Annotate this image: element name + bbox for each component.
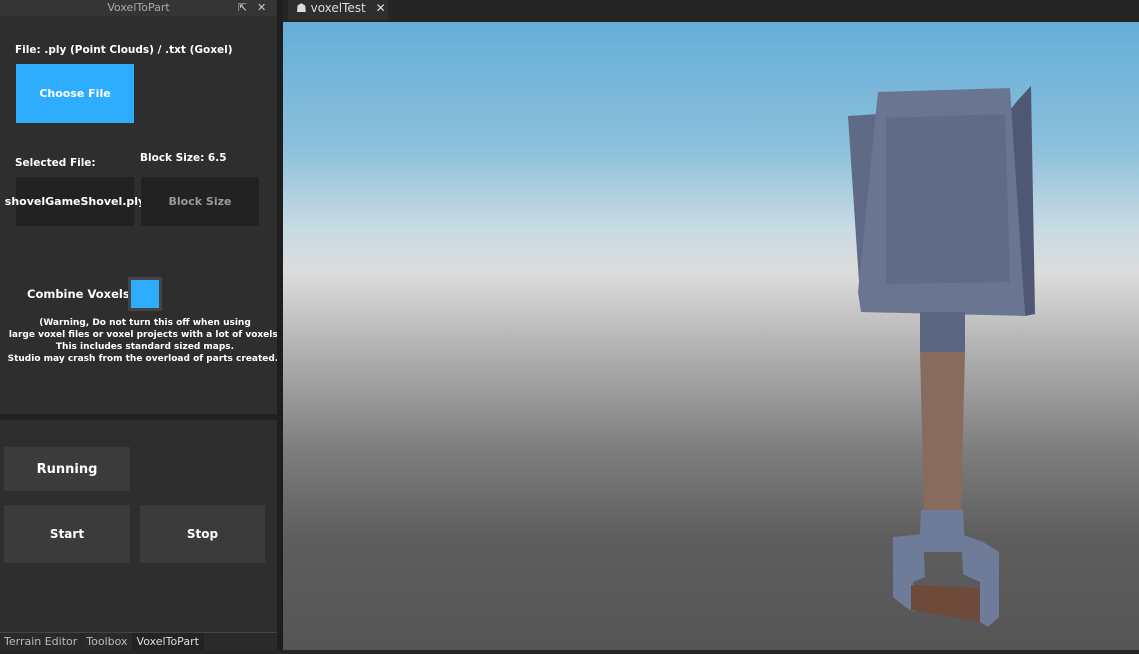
tab-terrain-editor[interactable]: Terrain Editor bbox=[0, 633, 83, 650]
block-size-label: Block Size: 6.5 bbox=[140, 152, 227, 164]
tab-toolbox[interactable]: Toolbox bbox=[82, 633, 133, 650]
choose-file-button[interactable]: Choose File bbox=[16, 64, 134, 123]
combine-voxels-label: Combine Voxels: bbox=[27, 287, 135, 301]
tab-voxeltest[interactable]: ☗ voxelTest ✕ bbox=[288, 0, 388, 20]
warning-text: (Warning, Do not turn this off when usin… bbox=[0, 317, 290, 365]
stop-button[interactable]: Stop bbox=[140, 505, 265, 563]
close-icon[interactable]: ✕ bbox=[257, 0, 266, 16]
block-size-input[interactable]: Block Size bbox=[141, 177, 259, 226]
tab-label: voxelTest bbox=[310, 1, 366, 15]
script-icon: ☗ bbox=[296, 1, 307, 15]
warning-line: Studio may crash from the overload of pa… bbox=[7, 354, 283, 364]
tab-voxeltopart[interactable]: VoxelToPart bbox=[132, 633, 204, 650]
3d-viewport[interactable] bbox=[283, 22, 1139, 650]
file-label: File: .ply (Point Clouds) / .txt (Goxel) bbox=[15, 44, 233, 56]
undock-icon[interactable]: ⇱ bbox=[238, 0, 247, 16]
bottom-tab-bar: Terrain Editor Toolbox VoxelToPart bbox=[0, 632, 277, 650]
panel-title-bar: VoxelToPart ⇱ ✕ bbox=[0, 0, 277, 16]
panel-title: VoxelToPart bbox=[107, 1, 170, 14]
warning-line: This includes standard sized maps. bbox=[55, 342, 235, 352]
voxeltopart-panel: VoxelToPart ⇱ ✕ File: .ply (Point Clouds… bbox=[0, 0, 282, 650]
selected-file-label: Selected File: bbox=[15, 157, 96, 169]
warning-line: (Warning, Do not turn this off when usin… bbox=[39, 318, 251, 328]
selected-file-value: shovelGameShovel.ply bbox=[5, 177, 145, 226]
status-label: Running bbox=[4, 447, 130, 491]
start-button[interactable]: Start bbox=[4, 505, 130, 563]
close-tab-icon[interactable]: ✕ bbox=[376, 1, 386, 15]
warning-line: large voxel files or voxel projects with… bbox=[8, 330, 282, 340]
section-divider bbox=[0, 414, 277, 420]
shovel-model bbox=[848, 86, 1035, 627]
combine-voxels-checkbox[interactable] bbox=[128, 277, 162, 311]
